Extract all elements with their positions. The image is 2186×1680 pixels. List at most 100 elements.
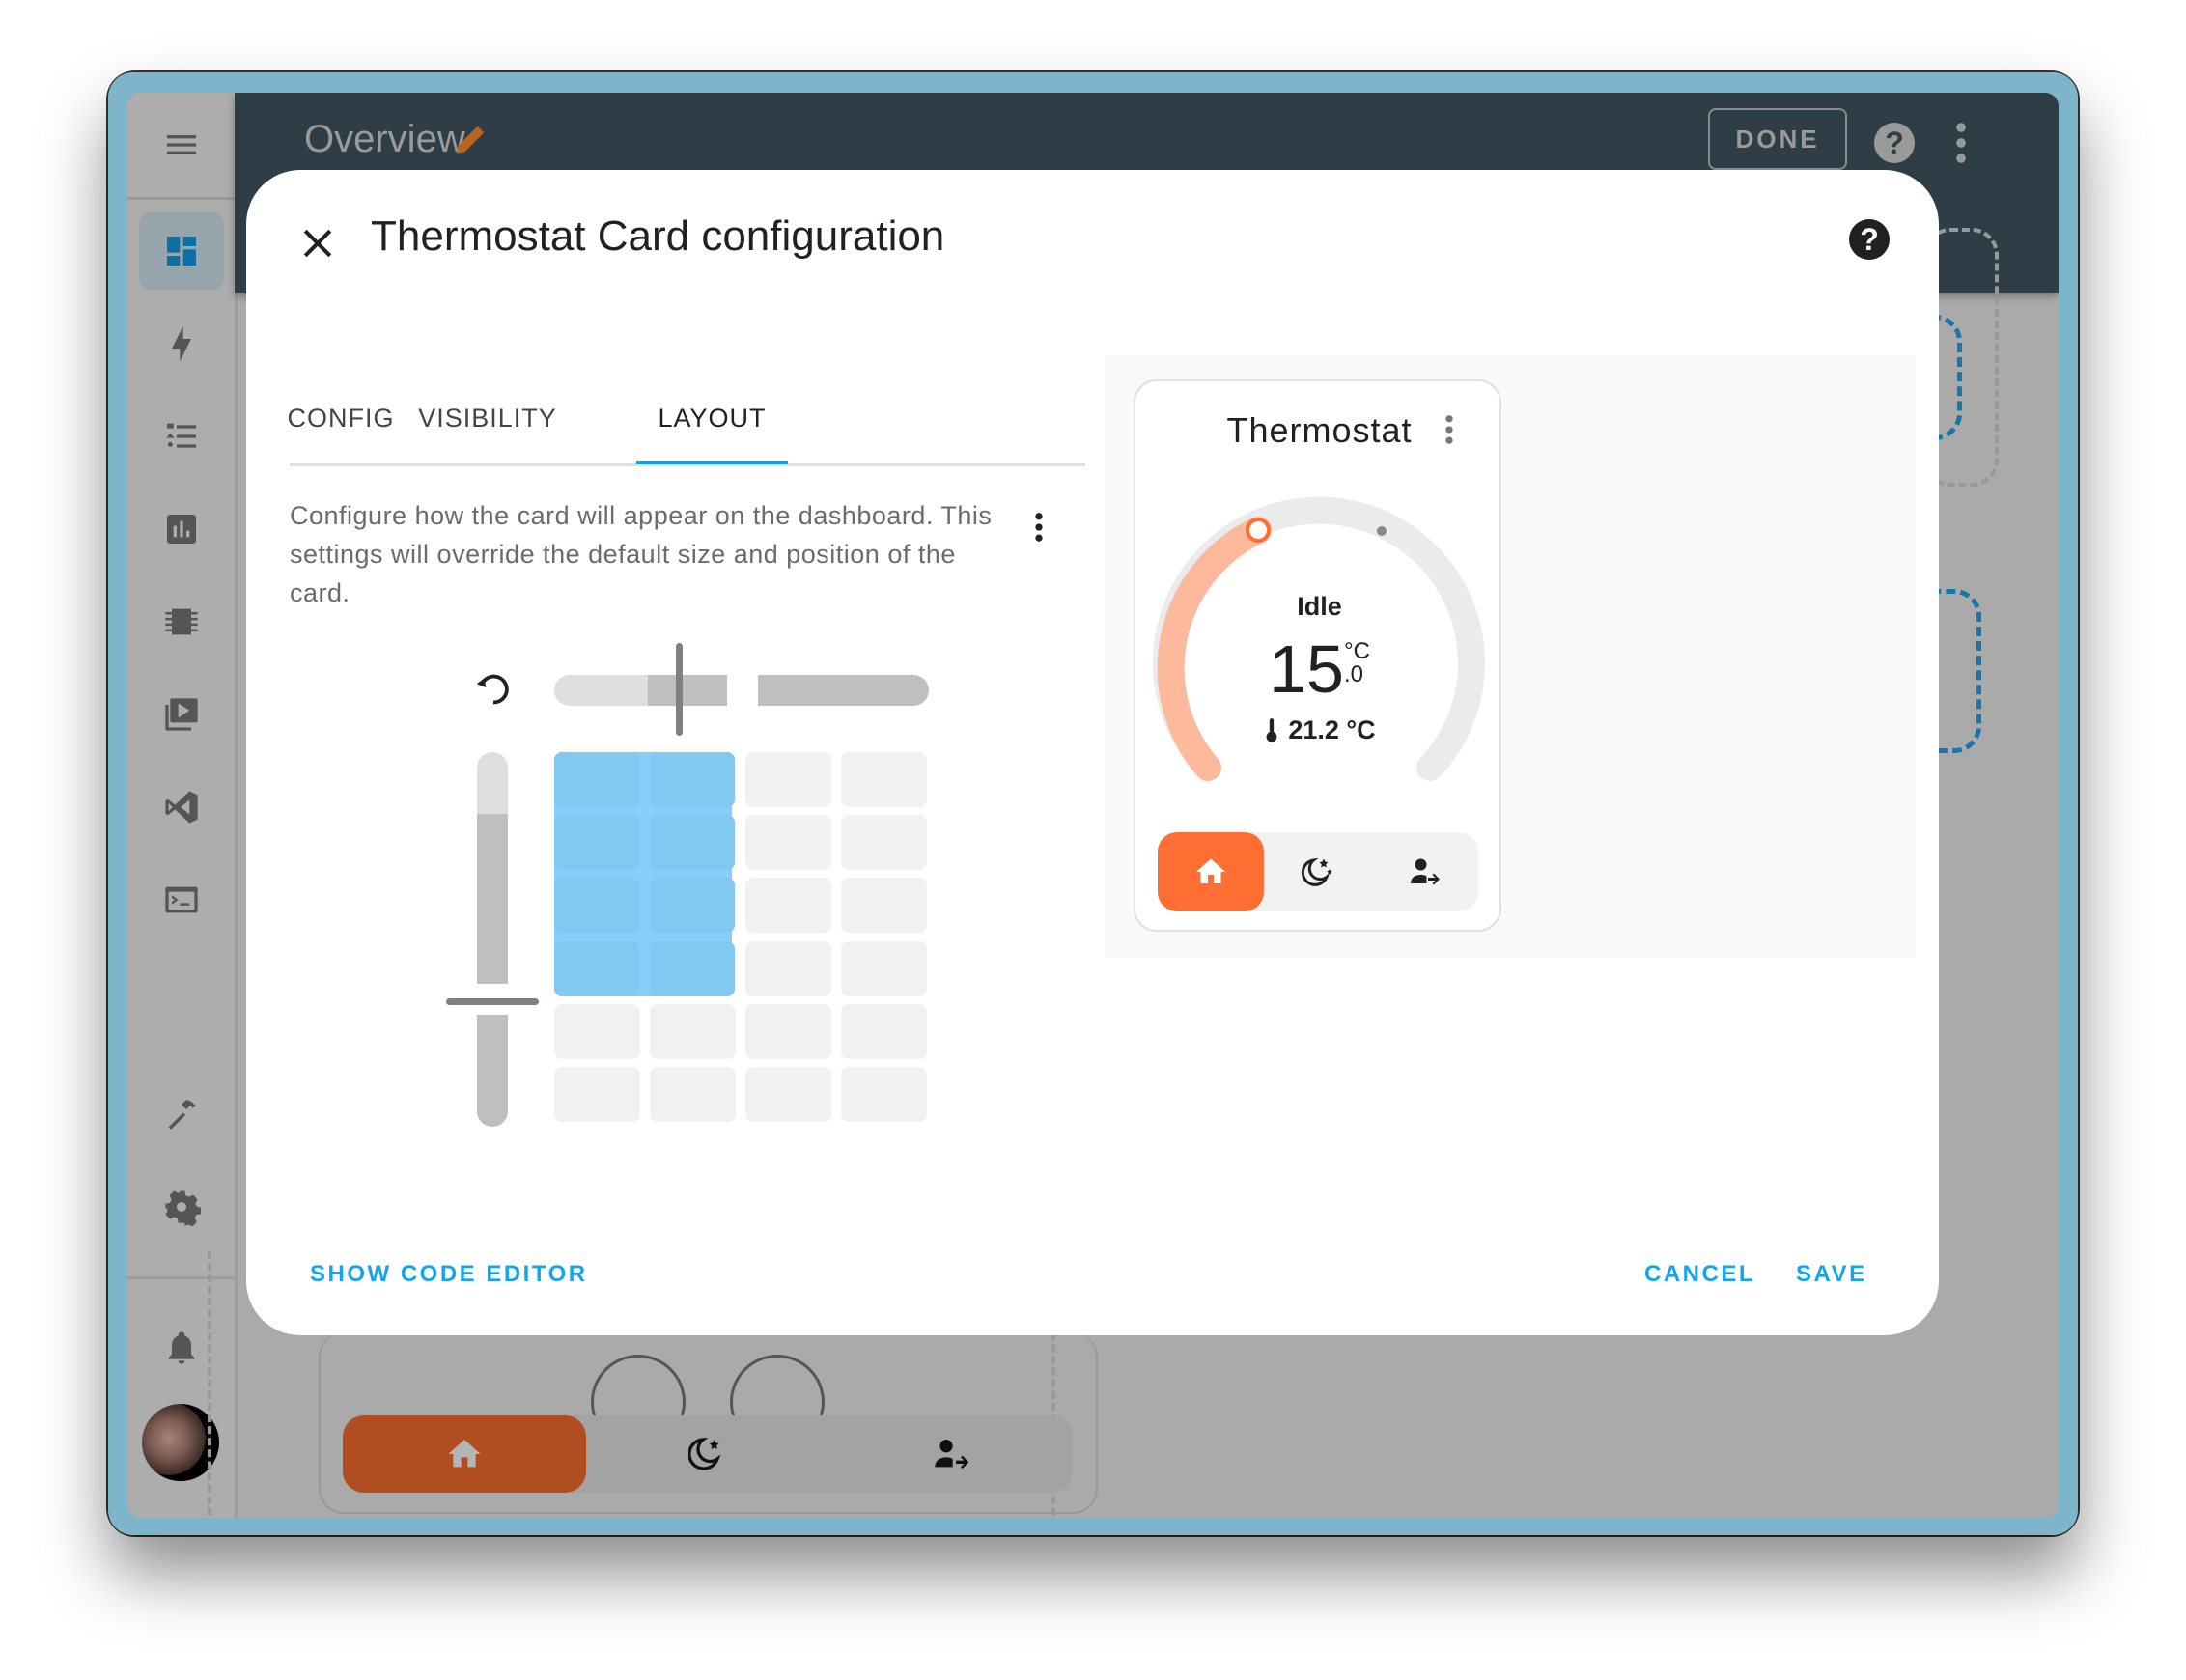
sidebar-item-energy[interactable] [127,305,235,382]
gear-icon [164,1190,201,1226]
target-decimal: .0 [1343,661,1363,687]
moon-stars-icon [688,1438,721,1470]
target-integer: 15 [1269,631,1344,707]
grid-cell[interactable] [745,878,831,934]
column-slider-track [554,675,649,706]
sidebar-header [127,93,235,200]
screen: Overview DONE ? Thermostat Card configur… [127,93,2059,1518]
grid-cell[interactable] [745,752,831,807]
selected-grid-cell [554,752,639,807]
grid-cell[interactable] [841,940,927,996]
grid-cell[interactable] [841,1003,927,1059]
hvac-status: Idle [1297,592,1342,621]
home-icon [1196,858,1225,883]
mode-home[interactable] [1158,832,1264,911]
grid-cell[interactable] [841,1067,927,1122]
preset-mode-selector [1158,832,1478,911]
dashboard-title: Overview [304,118,465,160]
chip-icon [164,608,198,635]
account-arrow-right-icon [935,1440,969,1469]
bg-mode-selector [343,1415,1073,1493]
column-slider-handle[interactable] [676,643,683,736]
more-vertical-icon[interactable] [1443,410,1456,449]
current-temperature: 21.2 °C [1135,715,1503,745]
cancel-button[interactable]: CANCEL [1644,1261,1755,1288]
hammer-icon [168,1100,196,1130]
play-box-multiple-icon [164,698,198,731]
dashboard-icon [166,237,196,266]
target-handle[interactable] [1246,518,1271,543]
dialog-title: Thermostat Card configuration [371,212,945,260]
sidebar-item-logbook[interactable] [127,398,235,475]
layout-description: Configure how the card will appear on th… [290,501,993,607]
thermostat-card: Thermostat Idle 15°C .0 21.2 °C [1134,379,1501,932]
row-slider-fill [477,814,508,984]
sidebar-item-terminal[interactable] [127,861,235,938]
grid-cell[interactable] [745,940,831,996]
grid-cell[interactable] [554,1067,640,1122]
layout-grid[interactable] [554,752,929,1127]
home-icon [448,1440,481,1468]
more-vertical-icon[interactable] [1951,120,1971,166]
pencil-icon[interactable] [452,120,490,158]
console-icon [164,886,198,913]
selected-grid-cell [650,878,735,934]
sidebar-item-history[interactable] [127,490,235,568]
sidebar-item-settings[interactable] [127,1168,235,1246]
grid-cell[interactable] [745,1003,831,1059]
help-icon[interactable]: ? [1874,123,1915,163]
column-slider[interactable] [554,675,929,706]
grid-cell[interactable] [650,1003,736,1059]
grid-cell[interactable] [841,878,927,934]
grid-cell[interactable] [745,815,831,871]
mode-away[interactable] [1372,832,1478,911]
hamburger-menu-icon [166,135,196,154]
grid-cell[interactable] [841,815,927,871]
selected-grid-cell [650,940,735,996]
grid-cell[interactable] [650,1067,736,1122]
row-slider[interactable] [477,752,508,1127]
restore-icon[interactable] [471,667,516,712]
sidebar-item-overview[interactable] [127,212,235,290]
moon-stars-icon [1301,857,1332,886]
sidebar-item-developer-tools[interactable] [127,1076,235,1153]
format-list-icon [165,423,196,448]
more-vertical-icon[interactable] [1032,508,1046,546]
grid-cell[interactable] [745,1067,831,1122]
sidebar-item-media[interactable] [127,676,235,753]
current-temperature-value: 21.2 °C [1288,715,1376,744]
show-code-editor-button[interactable]: SHOW CODE EDITOR [310,1261,588,1288]
lightning-icon [171,325,191,362]
tab-visibility[interactable]: VISIBILITY [406,373,570,463]
tab-bar: CONFIG VISIBILITY LAYOUT [288,373,1085,466]
grid-cell[interactable] [841,752,927,807]
done-button[interactable]: DONE [1708,108,1847,170]
help-icon[interactable]: ? [1849,219,1890,260]
tab-layout[interactable]: LAYOUT [636,373,788,463]
target-fraction: °C .0 [1344,640,1370,686]
menu-button[interactable] [127,106,235,183]
target-temperature: 15°C .0 [1135,630,1503,708]
selected-grid-cell [650,815,735,871]
sidebar-item-vscode[interactable] [127,769,235,846]
active-tab-indicator [636,461,788,464]
target-unit: °C [1343,638,1370,664]
column-slider-fill [648,675,727,706]
sidebar-item-esphome[interactable] [127,583,235,660]
save-button[interactable]: SAVE [1796,1261,1867,1288]
selected-grid-cell [554,815,639,871]
row-slider-handle[interactable] [446,998,539,1005]
column-slider-track [758,675,929,706]
current-temp-marker [1377,526,1387,536]
thermometer-icon [1266,718,1277,742]
vscode-icon [164,791,198,824]
tab-config[interactable]: CONFIG [288,373,394,463]
bell-icon [168,1331,194,1364]
card-preview: Thermostat Idle 15°C .0 21.2 °C [1105,355,1916,958]
close-icon[interactable] [296,222,339,265]
selected-grid-cell [650,752,735,807]
mode-sleep[interactable] [1265,832,1371,911]
chart-box-icon [166,515,196,544]
grid-cell[interactable] [554,1003,640,1059]
row-slider-track [477,752,508,815]
